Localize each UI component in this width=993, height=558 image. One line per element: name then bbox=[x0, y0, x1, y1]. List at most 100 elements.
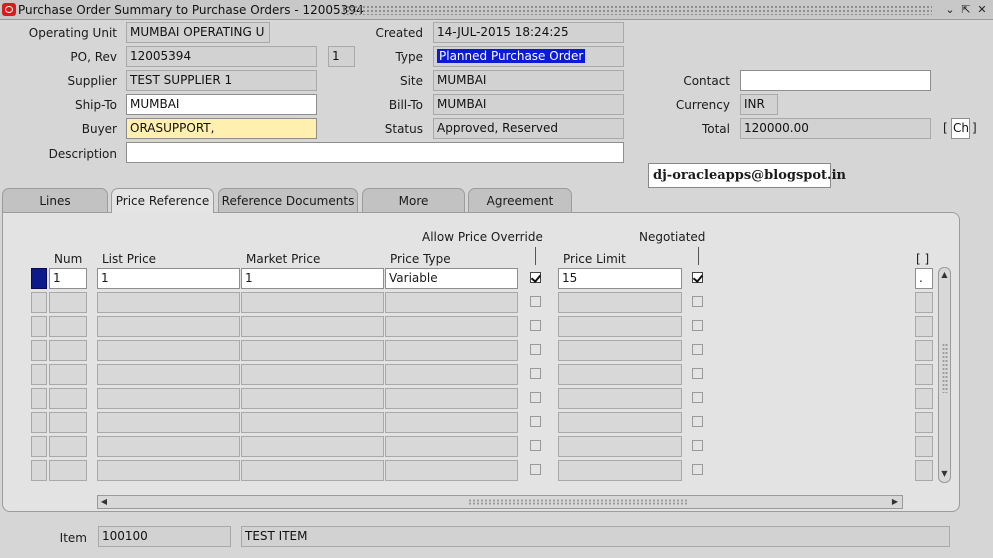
allow-price-override-checkbox[interactable] bbox=[530, 296, 541, 307]
price-limit-cell[interactable] bbox=[558, 340, 682, 361]
price-type-cell[interactable] bbox=[385, 388, 518, 409]
list-price-cell[interactable] bbox=[97, 316, 240, 337]
record-indicator[interactable] bbox=[31, 436, 47, 457]
flexfield-cell[interactable] bbox=[915, 364, 933, 385]
market-price-cell[interactable] bbox=[241, 316, 384, 337]
item-description-field[interactable]: TEST ITEM bbox=[241, 526, 950, 547]
record-indicator[interactable] bbox=[31, 412, 47, 433]
price-type-cell[interactable] bbox=[385, 460, 518, 481]
scroll-left-icon[interactable]: ◀ bbox=[99, 496, 109, 508]
num-cell[interactable] bbox=[49, 316, 87, 337]
flexfield-input[interactable]: Ch bbox=[951, 118, 970, 139]
minimize-icon[interactable]: ⌄ bbox=[943, 3, 957, 17]
bill-to-field[interactable]: MUMBAI bbox=[433, 94, 624, 115]
record-indicator[interactable] bbox=[31, 268, 47, 289]
negotiated-checkbox[interactable] bbox=[692, 416, 703, 427]
list-price-cell[interactable] bbox=[97, 340, 240, 361]
allow-price-override-checkbox[interactable] bbox=[530, 272, 541, 283]
num-cell[interactable] bbox=[49, 292, 87, 313]
price-type-cell[interactable] bbox=[385, 316, 518, 337]
negotiated-checkbox[interactable] bbox=[692, 464, 703, 475]
flexfield-cell[interactable] bbox=[915, 388, 933, 409]
flexfield-cell[interactable] bbox=[915, 316, 933, 337]
record-indicator[interactable] bbox=[31, 316, 47, 337]
num-cell[interactable] bbox=[49, 436, 87, 457]
negotiated-checkbox[interactable] bbox=[692, 368, 703, 379]
market-price-cell[interactable] bbox=[241, 460, 384, 481]
record-indicator[interactable] bbox=[31, 388, 47, 409]
list-price-cell[interactable] bbox=[97, 460, 240, 481]
tab-price-reference[interactable]: Price Reference bbox=[111, 188, 214, 213]
market-price-cell[interactable] bbox=[241, 292, 384, 313]
scroll-thumb[interactable] bbox=[942, 343, 948, 393]
price-limit-cell[interactable]: 15 bbox=[558, 268, 682, 289]
flexfield-cell[interactable] bbox=[915, 292, 933, 313]
flexfield-cell[interactable] bbox=[915, 460, 933, 481]
contact-field[interactable] bbox=[740, 70, 931, 91]
market-price-cell[interactable] bbox=[241, 436, 384, 457]
created-field[interactable]: 14-JUL-2015 18:24:25 bbox=[433, 22, 624, 43]
price-limit-cell[interactable] bbox=[558, 292, 682, 313]
title-drag-grip[interactable] bbox=[342, 5, 932, 15]
price-type-cell[interactable] bbox=[385, 436, 518, 457]
flexfield-cell[interactable] bbox=[915, 436, 933, 457]
flexfield-cell[interactable] bbox=[915, 340, 933, 361]
price-type-cell[interactable] bbox=[385, 292, 518, 313]
record-indicator[interactable] bbox=[31, 292, 47, 313]
horizontal-scroll-thumb[interactable] bbox=[468, 499, 688, 505]
price-type-cell[interactable] bbox=[385, 412, 518, 433]
negotiated-checkbox[interactable] bbox=[692, 440, 703, 451]
negotiated-checkbox[interactable] bbox=[692, 320, 703, 331]
total-field[interactable]: 120000.00 bbox=[740, 118, 931, 139]
status-field[interactable]: Approved, Reserved bbox=[433, 118, 624, 139]
price-limit-cell[interactable] bbox=[558, 412, 682, 433]
price-limit-cell[interactable] bbox=[558, 316, 682, 337]
price-limit-cell[interactable] bbox=[558, 388, 682, 409]
horizontal-scrollbar[interactable]: ◀ ▶ bbox=[97, 495, 903, 509]
tab-lines[interactable]: Lines bbox=[2, 188, 108, 212]
currency-field[interactable]: INR bbox=[740, 94, 778, 115]
price-limit-cell[interactable] bbox=[558, 436, 682, 457]
list-price-cell[interactable] bbox=[97, 292, 240, 313]
list-price-cell[interactable] bbox=[97, 388, 240, 409]
record-indicator[interactable] bbox=[31, 460, 47, 481]
item-code-field[interactable]: 100100 bbox=[98, 526, 231, 547]
record-indicator[interactable] bbox=[31, 340, 47, 361]
market-price-cell[interactable] bbox=[241, 364, 384, 385]
num-cell[interactable] bbox=[49, 460, 87, 481]
num-cell[interactable] bbox=[49, 340, 87, 361]
allow-price-override-checkbox[interactable] bbox=[530, 440, 541, 451]
allow-price-override-checkbox[interactable] bbox=[530, 464, 541, 475]
negotiated-checkbox[interactable] bbox=[692, 344, 703, 355]
vertical-scrollbar[interactable]: ▲ ▼ bbox=[938, 267, 951, 483]
num-cell[interactable] bbox=[49, 388, 87, 409]
num-cell[interactable] bbox=[49, 364, 87, 385]
allow-price-override-checkbox[interactable] bbox=[530, 368, 541, 379]
flexfield-cell[interactable]: . bbox=[915, 268, 933, 289]
market-price-cell[interactable] bbox=[241, 340, 384, 361]
scroll-right-icon[interactable]: ▶ bbox=[890, 496, 900, 508]
tab-reference-documents[interactable]: Reference Documents bbox=[218, 188, 358, 212]
buyer-field[interactable]: ORASUPPORT, bbox=[126, 118, 317, 139]
list-price-cell[interactable] bbox=[97, 412, 240, 433]
ship-to-field[interactable]: MUMBAI bbox=[126, 94, 317, 115]
price-type-cell[interactable] bbox=[385, 340, 518, 361]
negotiated-checkbox[interactable] bbox=[692, 392, 703, 403]
scroll-up-icon[interactable]: ▲ bbox=[939, 269, 950, 281]
price-limit-cell[interactable] bbox=[558, 460, 682, 481]
site-field[interactable]: MUMBAI bbox=[433, 70, 624, 91]
market-price-cell[interactable] bbox=[241, 388, 384, 409]
close-icon[interactable]: ✕ bbox=[975, 3, 989, 17]
num-cell[interactable]: 1 bbox=[49, 268, 87, 289]
num-cell[interactable] bbox=[49, 412, 87, 433]
list-price-cell[interactable] bbox=[97, 364, 240, 385]
record-indicator[interactable] bbox=[31, 364, 47, 385]
tab-more[interactable]: More bbox=[362, 188, 465, 212]
scroll-down-icon[interactable]: ▼ bbox=[939, 468, 950, 480]
market-price-cell[interactable]: 1 bbox=[241, 268, 384, 289]
price-type-cell[interactable]: Variable bbox=[385, 268, 518, 289]
description-field[interactable] bbox=[126, 142, 624, 163]
operating-unit-field[interactable]: MUMBAI OPERATING U bbox=[126, 22, 270, 43]
negotiated-checkbox[interactable] bbox=[692, 272, 703, 283]
price-type-cell[interactable] bbox=[385, 364, 518, 385]
